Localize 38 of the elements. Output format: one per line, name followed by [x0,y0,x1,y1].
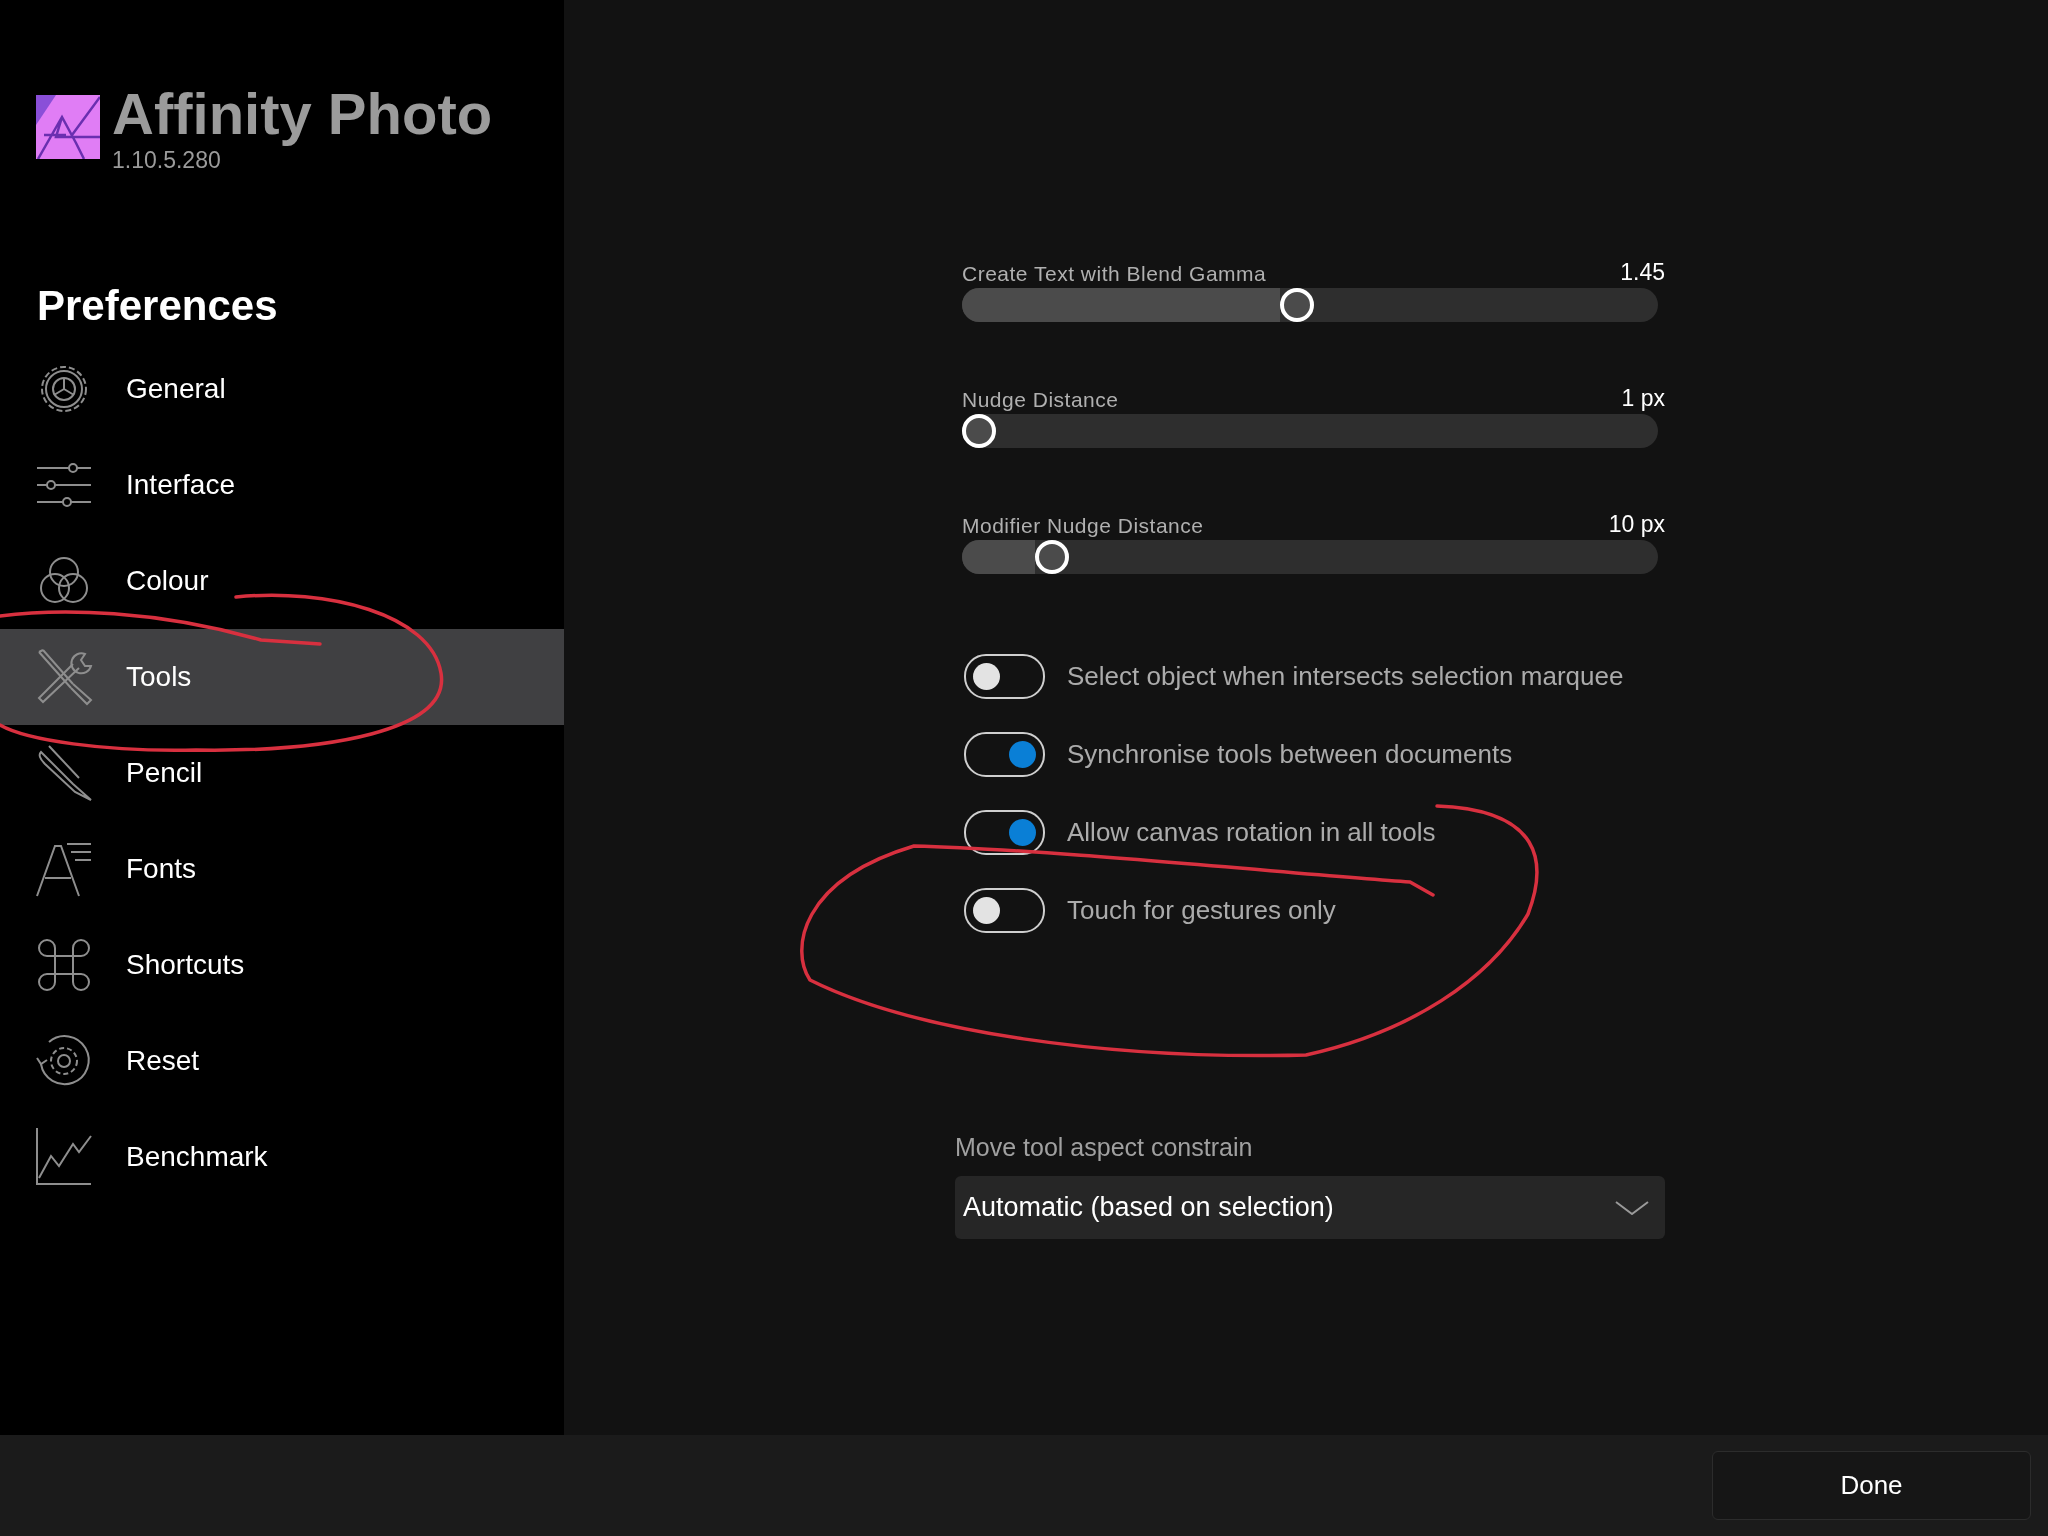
slider-label: Nudge Distance [962,388,1119,412]
app-version: 1.10.5.280 [112,147,222,173]
toggle-switch[interactable] [964,732,1045,777]
slider-value: 1.45 [1620,259,1665,286]
done-button[interactable]: Done [1712,1451,2031,1520]
sidebar-item[interactable]: Shortcuts [0,917,564,1013]
slider-track[interactable] [962,288,1658,322]
dropdown-field[interactable]: Automatic (based on selection) [955,1176,1665,1239]
slider-value: 10 px [1608,511,1665,538]
slider-track[interactable] [962,540,1658,574]
toggle-label: Select object when intersects selection marquee [1067,661,1624,692]
toggle-switch[interactable] [964,888,1045,933]
slider-thumb[interactable] [1034,540,1069,574]
slider-label: Create Text with Blend Gamma [962,262,1267,286]
slider-thumb[interactable] [962,414,996,448]
sidebar-item[interactable]: Reset [0,1013,564,1109]
sidebar-item[interactable]: General [0,341,564,437]
dropdown-label: Move tool aspect constrain [955,1133,1254,1162]
line-chart-icon [33,1126,95,1188]
toggle-label: Allow canvas rotation in all tools [1067,817,1436,848]
slider-thumb[interactable] [1279,288,1314,322]
sidebar-item[interactable]: Fonts [0,821,564,917]
toggle-label: Synchronise tools between documents [1067,739,1513,770]
slider-track[interactable] [962,414,1658,448]
sidebar-item[interactable]: Tools [0,629,564,725]
sidebar-item[interactable]: Benchmark [0,1109,564,1205]
slider-value: 1 px [1621,385,1665,412]
sidebar-item[interactable]: Colour [0,533,564,629]
toggle-switch[interactable] [964,810,1045,855]
section-title: Preferences [37,281,279,331]
slider-label: Modifier Nudge Distance [962,514,1204,538]
chevron-down-icon [1615,1200,1649,1215]
toggle-label: Touch for gestures only [1067,895,1336,926]
toggle-switch[interactable] [964,654,1045,699]
app-title: Affinity Photo [112,81,493,147]
app-logo [36,95,100,159]
sidebar-item[interactable]: Pencil [0,725,564,821]
sidebar-item[interactable]: Interface [0,437,564,533]
